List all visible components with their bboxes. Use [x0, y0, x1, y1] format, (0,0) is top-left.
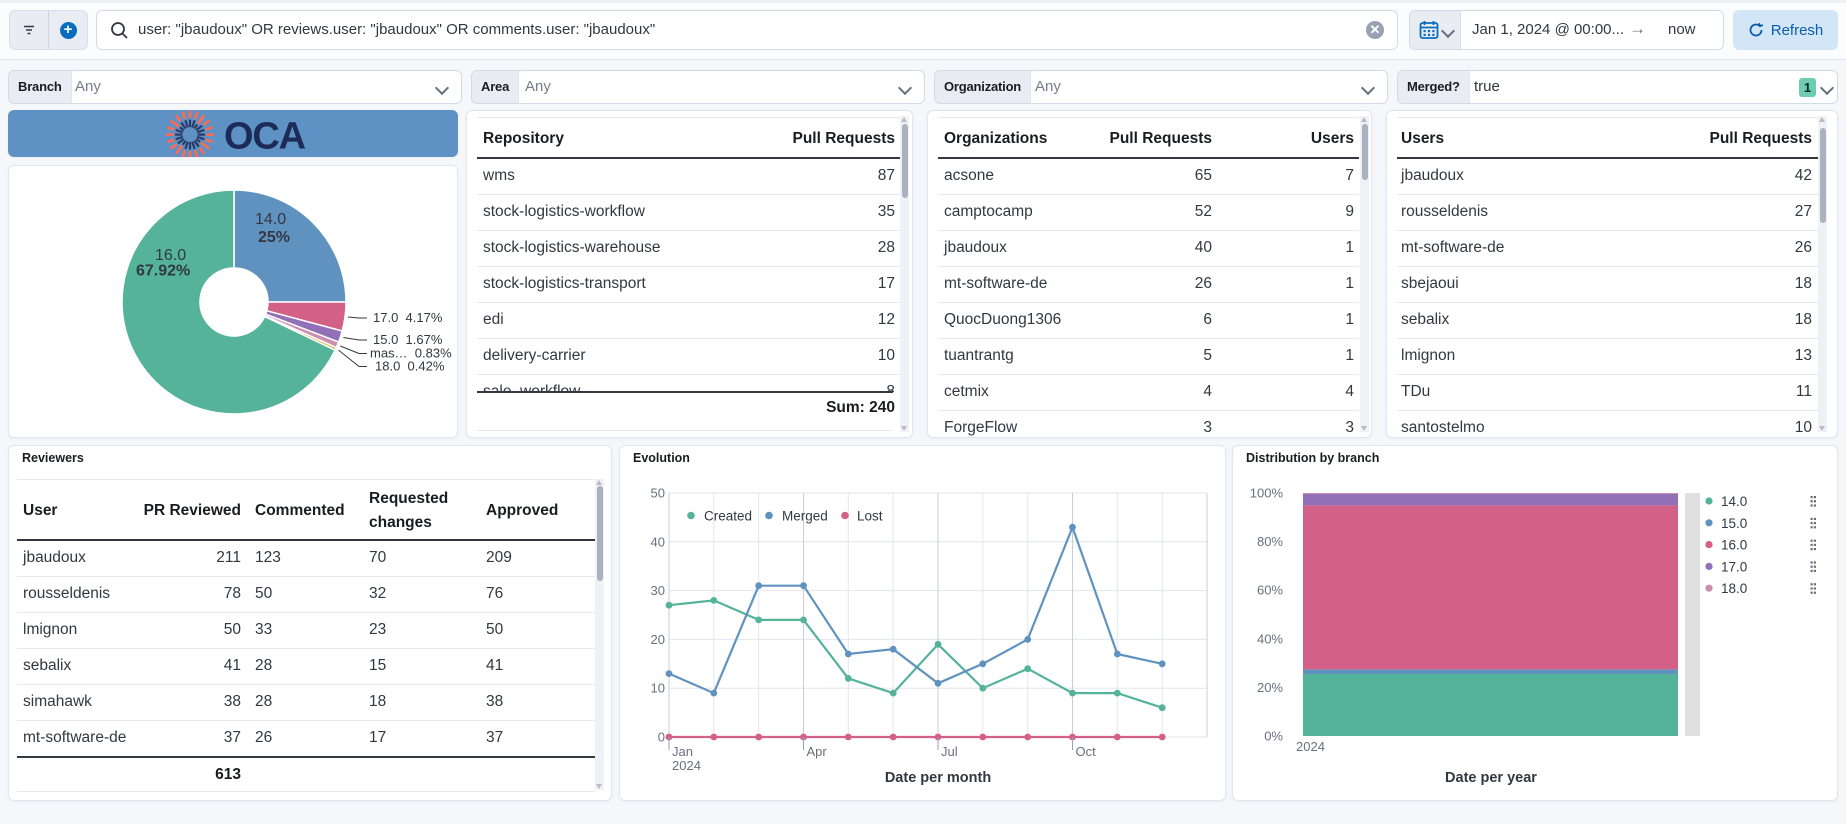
svg-text:17.0 4.17%: 17.0 4.17% [373, 310, 443, 325]
svg-text:OCA: OCA [224, 116, 306, 158]
svg-text:0: 0 [658, 730, 665, 745]
svg-text:16.0: 16.0 [155, 247, 186, 264]
svg-text:80%: 80% [1257, 534, 1283, 549]
svg-text:Jan: Jan [672, 744, 693, 759]
svg-text:Lost: Lost [857, 509, 883, 524]
svg-text:25%: 25% [258, 229, 290, 246]
svg-text:Oct: Oct [1076, 744, 1097, 759]
svg-text:30: 30 [651, 583, 665, 598]
svg-text:18.0 0.42%: 18.0 0.42% [375, 359, 445, 374]
svg-text:67.92%: 67.92% [136, 263, 190, 280]
svg-text:Jul: Jul [941, 744, 958, 759]
svg-text:Created: Created [704, 509, 752, 524]
svg-text:18.0: 18.0 [1721, 581, 1747, 596]
svg-text:60%: 60% [1257, 583, 1283, 598]
svg-text:14.0: 14.0 [255, 211, 286, 228]
svg-text:40%: 40% [1257, 631, 1283, 646]
svg-text:50: 50 [651, 486, 665, 501]
svg-text:15.0: 15.0 [1721, 516, 1747, 531]
svg-text:0%: 0% [1264, 729, 1283, 744]
svg-text:20%: 20% [1257, 680, 1283, 695]
svg-text:40: 40 [651, 534, 665, 549]
svg-text:20: 20 [651, 632, 665, 647]
svg-text:16.0: 16.0 [1721, 538, 1747, 553]
svg-text:2024: 2024 [1296, 739, 1325, 754]
svg-text:Date per month: Date per month [885, 770, 991, 786]
svg-text:Date per year: Date per year [1445, 770, 1537, 786]
svg-text:17.0: 17.0 [1721, 559, 1747, 574]
svg-text:2024: 2024 [672, 758, 701, 773]
svg-text:14.0: 14.0 [1721, 494, 1747, 509]
svg-text:Apr: Apr [807, 744, 828, 759]
svg-text:10: 10 [651, 681, 665, 696]
svg-text:Merged: Merged [782, 509, 828, 524]
svg-text:100%: 100% [1250, 486, 1284, 501]
